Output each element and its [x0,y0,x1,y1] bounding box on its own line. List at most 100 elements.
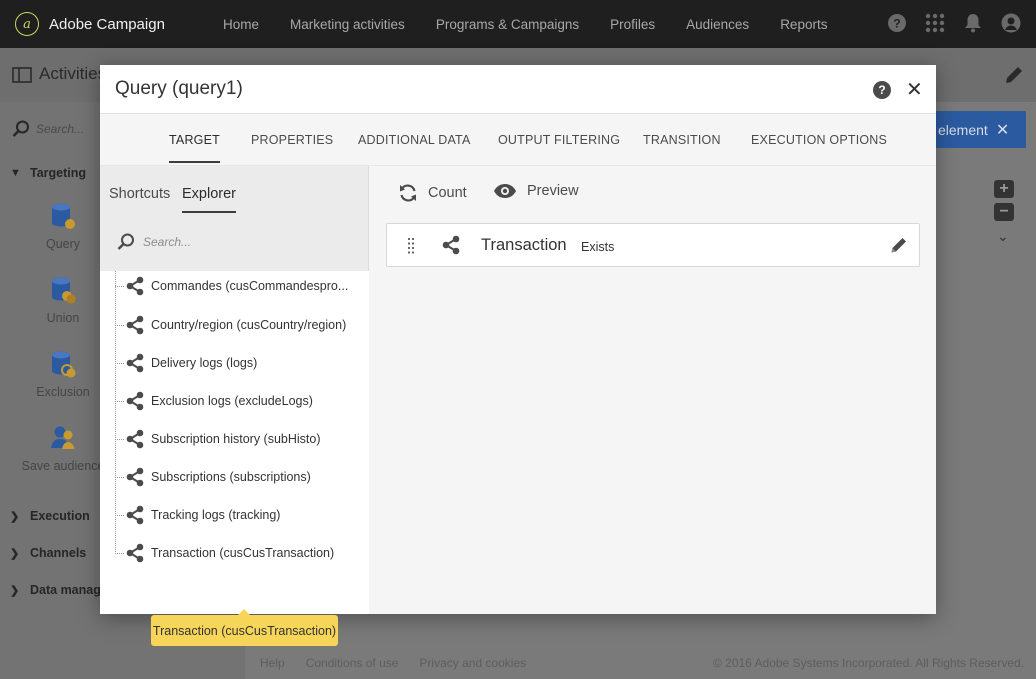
adobe-campaign-logo-icon[interactable]: a [15,12,39,36]
section-label: Data manage [30,583,108,597]
chevron-right-icon: ❯ [10,584,20,597]
query-workspace: Count Preview Transaction Exists [370,166,936,614]
tree-item-label: Delivery logs (logs) [151,356,258,370]
tree-branch [115,324,124,326]
subtab-shortcuts[interactable]: Shortcuts [109,186,170,202]
footer-link-help[interactable]: Help [260,656,285,670]
footer-copyright: © 2016 Adobe Systems Incorporated. All R… [712,655,1024,670]
dialog-title: Query (query1) [115,78,243,99]
explorer-search-placeholder: Search... [143,235,192,249]
section-channels[interactable]: ❯ Channels [10,546,86,560]
link-icon [126,505,144,525]
tab-properties[interactable]: PROPERTIES [251,133,333,147]
tab-execution-options[interactable]: EXECUTION OPTIONS [751,133,887,147]
condition-operator: Exists [581,240,615,254]
top-icons: ? [870,12,1022,34]
help-icon[interactable]: ? [873,81,891,99]
app-name[interactable]: Adobe Campaign [49,16,209,33]
chevron-right-icon: ❯ [10,510,20,523]
edit-pencil-icon[interactable] [1004,65,1024,85]
chevron-right-icon: ❯ [10,547,20,560]
subtab-explorer[interactable]: Explorer [182,186,236,213]
database-icon [52,203,75,229]
preview-label: Preview [527,183,579,199]
tab-output-filtering[interactable]: OUTPUT FILTERING [498,133,620,147]
help-icon[interactable]: ? [886,12,908,34]
nav-profiles[interactable]: Profiles [610,17,655,32]
tree-item-label: Exclusion logs (excludeLogs) [151,394,313,408]
link-icon [126,543,144,563]
nav-reports[interactable]: Reports [780,17,827,32]
tree-item-label: Tracking logs (tracking) [151,508,281,522]
tree-item-transaction[interactable]: Transaction (cusCusTransaction) [115,541,334,565]
tree-item-label: Subscriptions (subscriptions) [151,470,311,484]
nav-audiences[interactable]: Audiences [686,17,749,32]
link-icon [126,353,144,373]
footer-link-privacy[interactable]: Privacy and cookies [419,656,526,670]
dialog-header: Query (query1) ? ✕ [100,65,936,114]
tree-item-exclusion-logs[interactable]: Exclusion logs (excludeLogs) [115,389,313,413]
tab-transition[interactable]: TRANSITION [643,133,721,147]
tree-branch [115,514,124,516]
edit-pencil-icon[interactable] [890,236,908,254]
top-bar: a Adobe Campaign Home Marketing activiti… [0,0,1036,48]
footer-link-conditions[interactable]: Conditions of use [306,656,399,670]
eye-icon [494,184,516,198]
exclusion-icon [52,351,76,378]
tree-item-commandes[interactable]: Commandes (cusCommandespro... [115,274,348,298]
link-icon [126,429,144,449]
panel-toggle-icon[interactable] [12,67,32,83]
tree-branch [115,400,124,402]
section-label: Execution [30,509,90,523]
main-nav: Home Marketing activities Programs & Cam… [223,17,858,32]
tree-item-subscription-history[interactable]: Subscription history (subHisto) [115,427,321,451]
close-icon[interactable]: ✕ [996,120,1009,140]
link-icon [126,391,144,411]
nav-programs-campaigns[interactable]: Programs & Campaigns [436,17,579,32]
drag-handle-icon[interactable] [407,237,415,255]
nav-home[interactable]: Home [223,17,259,32]
condition-name: Transaction [481,236,567,254]
link-icon [126,315,144,335]
bell-icon[interactable] [962,12,984,34]
tree-item-subscriptions[interactable]: Subscriptions (subscriptions) [115,465,311,489]
query-dialog: Query (query1) ? ✕ TARGET PROPERTIES ADD… [100,65,936,614]
union-icon [52,277,76,304]
tree-item-tracking-logs[interactable]: Tracking logs (tracking) [115,503,280,527]
tree-item-country-region[interactable]: Country/region (cusCountry/region) [115,313,346,337]
preview-button[interactable]: Preview [493,183,579,199]
close-icon[interactable]: ✕ [906,77,923,102]
link-icon [126,467,144,487]
section-label: Targeting [30,166,87,180]
chevron-down-icon[interactable]: ⌄ [997,228,1009,245]
count-button[interactable]: Count [398,183,467,203]
tree-item-tooltip: Transaction (cusCusTransaction) [151,609,338,646]
tab-additional-data[interactable]: ADDITIONAL DATA [358,133,471,147]
dialog-tabs: TARGET PROPERTIES ADDITIONAL DATA OUTPUT… [100,114,936,166]
tree-item-label: Country/region (cusCountry/region) [151,318,347,332]
tree-branch [115,438,124,440]
nav-marketing-activities[interactable]: Marketing activities [290,17,405,32]
query-condition[interactable]: Transaction Exists [386,223,920,267]
activities-search-placeholder: Search... [36,122,85,136]
chevron-down-icon: ▼ [10,167,21,179]
tab-target[interactable]: TARGET [169,133,220,163]
tree-item-label: Subscription history (subHisto) [151,432,321,446]
activities-title: Activities [39,64,107,83]
search-icon [12,120,29,137]
link-icon [442,235,460,255]
zoom-in-icon[interactable]: + [994,180,1014,198]
section-targeting[interactable]: ▼ Targeting [10,166,86,180]
apps-grid-icon[interactable] [924,12,946,34]
section-data-management[interactable]: ❯ Data manage [10,583,108,597]
search-icon [117,233,134,250]
explorer-search[interactable]: Search... [117,233,191,251]
tree-item-delivery-logs[interactable]: Delivery logs (logs) [115,351,257,375]
activities-search[interactable]: Search... [12,120,84,138]
section-execution[interactable]: ❯ Execution [10,509,90,523]
tree-branch [115,285,124,287]
element-button-label: element [938,121,988,138]
user-avatar-icon[interactable] [1000,12,1022,34]
refresh-icon [400,184,416,202]
zoom-out-icon[interactable]: − [994,203,1014,221]
